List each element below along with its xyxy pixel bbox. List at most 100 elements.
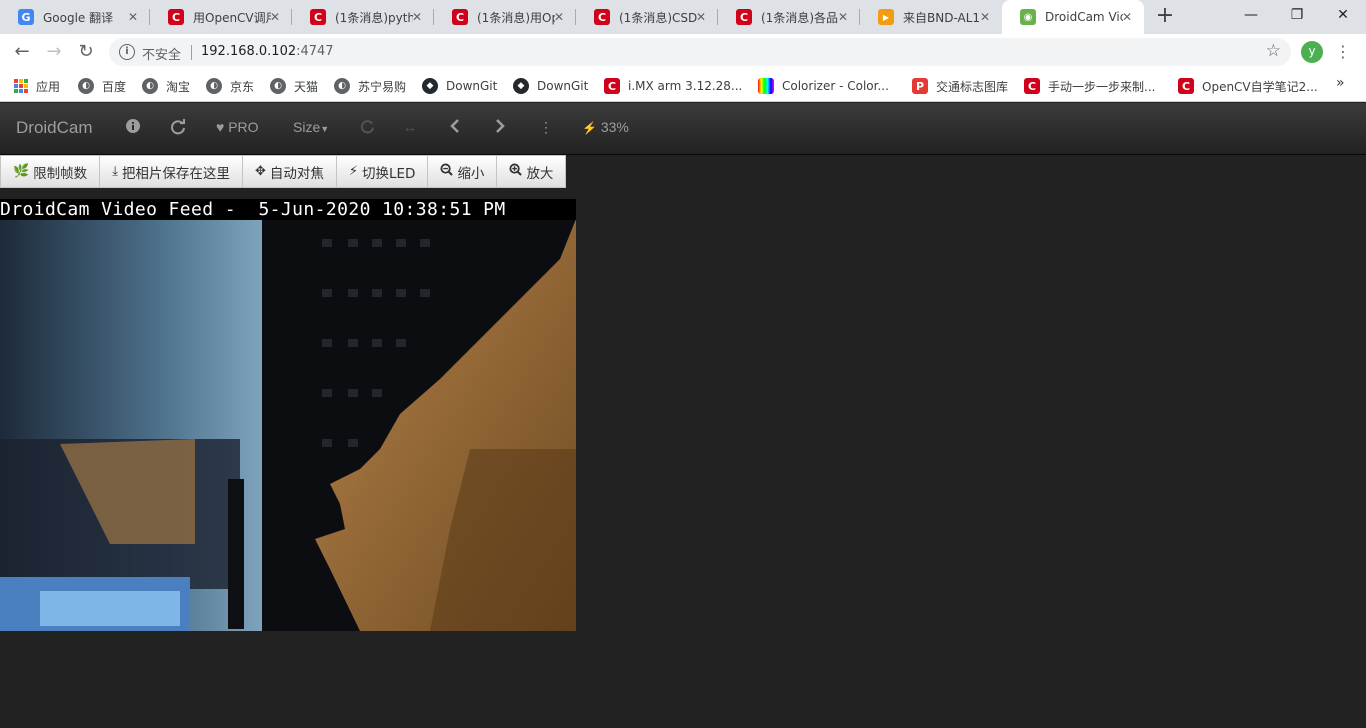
zoom-in-button[interactable]: 放大 — [497, 155, 567, 188]
tab-title: (1条消息)CSDN — [619, 10, 697, 25]
url-text[interactable]: 192.168.0.102:4747 — [201, 44, 334, 59]
tab-title: (1条消息)用Op — [477, 10, 555, 25]
back-button[interactable]: ← — [9, 39, 35, 65]
csdn-icon: C — [168, 9, 184, 25]
bookmark-label: 京东 — [230, 79, 255, 94]
bookmark-star-icon[interactable]: ☆ — [1266, 41, 1281, 61]
globe-icon: ◐ — [206, 78, 222, 94]
csdn-icon: C — [736, 9, 752, 25]
close-icon[interactable]: ✕ — [126, 10, 140, 24]
tab-google-translate[interactable]: G Google 翻译 ✕ — [0, 0, 150, 34]
bookmark-taobao[interactable]: ◐ 淘宝 — [142, 75, 190, 97]
bookmark-colorizer[interactable]: Colorizer - Color... — [758, 75, 889, 97]
tab-camera[interactable]: ▶ 来自BND-AL1 ✕ — [860, 0, 1002, 34]
info-icon[interactable] — [126, 119, 140, 136]
bookmark-label: 手动一步一步来制... — [1048, 79, 1156, 94]
security-label[interactable]: 不安全 — [142, 44, 181, 63]
info-icon[interactable]: i — [119, 44, 135, 60]
bookmark-label: DownGit — [446, 79, 498, 93]
omnibox-divider — [191, 45, 192, 60]
browser-toolbar: ← → ↻ i 不安全 192.168.0.102:4747 ☆ — [0, 34, 1366, 70]
csdn-icon: C — [604, 78, 620, 94]
save-photo-button[interactable]: ⤓ 把相片保存在这里 — [100, 155, 243, 188]
bookmark-label: 淘宝 — [166, 79, 191, 94]
github-icon: ◆ — [422, 78, 438, 94]
restore-button[interactable]: ❐ — [1274, 0, 1320, 30]
chrome-menu-icon[interactable]: ⋮ — [1335, 40, 1351, 64]
tab-csdn-4[interactable]: C (1条消息)CSDN ✕ — [576, 0, 718, 34]
limit-fps-button[interactable]: 🌿 限制帧数 — [0, 155, 101, 188]
reload-button[interactable]: ↻ — [73, 39, 99, 65]
csdn-icon: C — [1178, 78, 1194, 94]
toggle-led-button[interactable]: ⚡ 切换LED — [336, 155, 429, 188]
close-icon[interactable]: ✕ — [694, 10, 708, 24]
chevron-left-icon[interactable] — [450, 119, 460, 136]
tab-droidcam[interactable]: ◉ DroidCam Vid ✕ — [1002, 0, 1144, 34]
bookmark-label: DownGit — [537, 79, 589, 93]
button-label: 把相片保存在这里 — [121, 165, 230, 182]
bookmark-baidu[interactable]: ◐ 百度 — [78, 75, 126, 97]
bookmark-tmall[interactable]: ◐ 天猫 — [270, 75, 318, 97]
close-icon[interactable]: ✕ — [978, 10, 992, 24]
close-icon[interactable]: ✕ — [410, 10, 424, 24]
bookmark-downgit-2[interactable]: ◆ DownGit — [513, 75, 588, 97]
crosshair-icon: ✥ — [254, 164, 266, 179]
apps-grid-icon — [14, 79, 28, 93]
window-close-button[interactable]: ✕ — [1320, 0, 1366, 30]
tab-strip: G Google 翻译 ✕ C 用OpenCV调用 ✕ C (1条消息)pyth… — [0, 0, 1366, 34]
bookmark-manual-step[interactable]: C 手动一步一步来制... — [1024, 75, 1155, 97]
zoom-out-button[interactable]: 缩小 — [428, 155, 498, 188]
pro-label: PRO — [228, 119, 259, 135]
google-translate-icon: G — [18, 9, 34, 25]
rotate-icon[interactable] — [360, 119, 375, 137]
droidcam-navbar: DroidCam ♥ PRO Size▼ ↔ ⋮ ⚡ 33% — [0, 103, 1366, 155]
pro-link[interactable]: ♥ PRO — [216, 119, 259, 135]
new-tab-button[interactable]: + — [1154, 5, 1176, 27]
close-icon[interactable]: ✕ — [836, 10, 850, 24]
bookmark-label: Colorizer - Color... — [782, 79, 889, 93]
close-icon[interactable]: ✕ — [552, 10, 566, 24]
tab-title: (1条消息)python — [335, 10, 413, 25]
chevron-right-icon[interactable] — [495, 119, 505, 136]
bookmark-label: i.MX arm 3.12.28... — [628, 79, 743, 93]
battery-status: ⚡ 33% — [582, 119, 629, 135]
bookmark-downgit-1[interactable]: ◆ DownGit — [422, 75, 497, 97]
bookmark-opencv-notes[interactable]: C OpenCV自学笔记2... — [1178, 75, 1318, 97]
bookmark-apps[interactable]: 应用 — [14, 75, 60, 97]
size-label: Size — [293, 119, 321, 135]
close-icon[interactable]: ✕ — [268, 10, 282, 24]
bookmark-jd[interactable]: ◐ 京东 — [206, 75, 254, 97]
tab-csdn-3[interactable]: C (1条消息)用Op ✕ — [434, 0, 576, 34]
close-icon[interactable]: ✕ — [1120, 10, 1134, 24]
bookmark-label: 百度 — [102, 79, 127, 94]
size-dropdown[interactable]: Size▼ — [293, 119, 329, 135]
tab-csdn-1[interactable]: C 用OpenCV调用 ✕ — [150, 0, 292, 34]
bookmark-suning[interactable]: ◐ 苏宁易购 — [334, 75, 406, 97]
tab-csdn-5[interactable]: C (1条消息)各品 ✕ — [718, 0, 860, 34]
bookmark-imx-arm[interactable]: C i.MX arm 3.12.28... — [604, 75, 742, 97]
globe-icon: ◐ — [142, 78, 158, 94]
flip-horizontal-icon[interactable]: ↔ — [403, 119, 417, 135]
address-bar[interactable]: i 不安全 192.168.0.102:4747 ☆ — [109, 38, 1291, 66]
droidcam-icon: ◉ — [1020, 9, 1036, 25]
bookmark-traffic-signs[interactable]: P 交通标志图库 — [912, 75, 1008, 97]
forward-button[interactable]: → — [41, 39, 67, 65]
refresh-icon[interactable] — [170, 119, 186, 138]
autofocus-button[interactable]: ✥ 自动对焦 — [242, 155, 337, 188]
paddle-icon: P — [912, 78, 928, 94]
video-feed[interactable] — [0, 199, 576, 631]
tab-title: 用OpenCV调用 — [193, 10, 271, 25]
tab-title: DroidCam Vid — [1045, 10, 1123, 24]
more-vertical-icon[interactable]: ⋮ — [539, 119, 553, 136]
tab-csdn-2[interactable]: C (1条消息)python ✕ — [292, 0, 434, 34]
globe-icon: ◐ — [270, 78, 286, 94]
bookmark-label: OpenCV自学笔记2... — [1202, 79, 1318, 94]
battery-value: 33% — [600, 119, 629, 135]
tab-title: Google 翻译 — [43, 10, 114, 25]
bookmarks-overflow-button[interactable]: » — [1336, 75, 1345, 91]
minimize-button[interactable]: — — [1228, 0, 1274, 30]
droidcam-brand[interactable]: DroidCam — [16, 118, 93, 138]
url-port: :4747 — [296, 44, 334, 59]
profile-avatar[interactable]: y — [1301, 41, 1323, 63]
globe-icon: ◐ — [78, 78, 94, 94]
